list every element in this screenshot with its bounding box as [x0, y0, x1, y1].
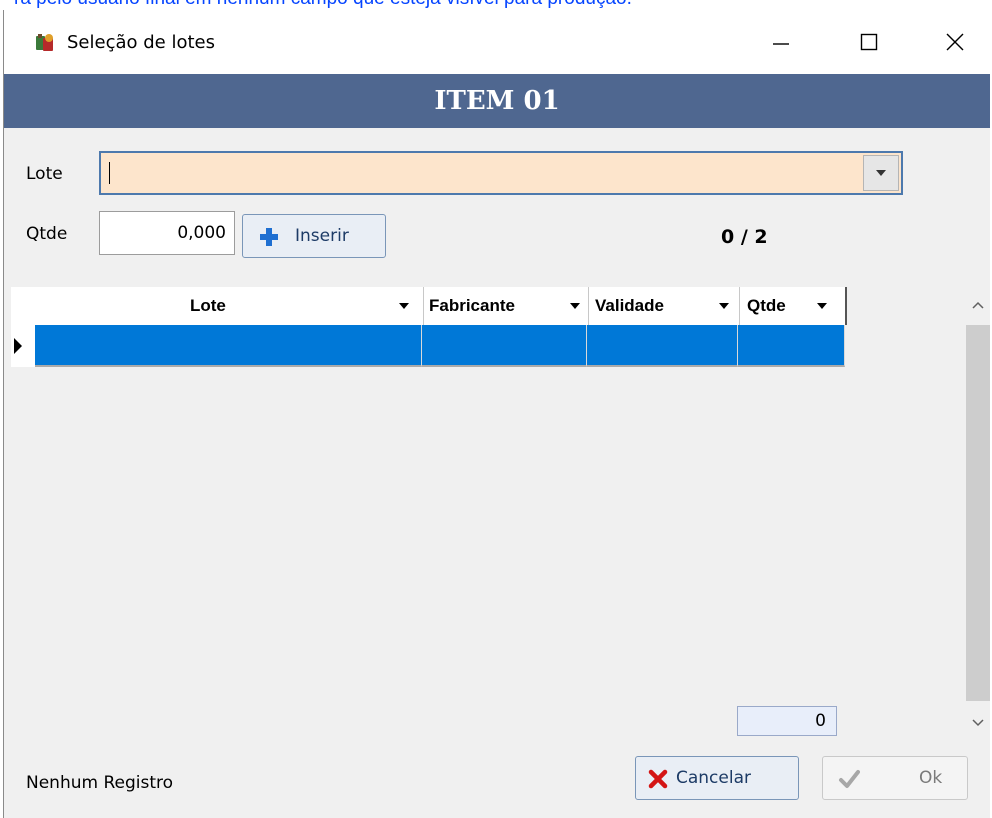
chevron-down-icon: [876, 170, 886, 176]
row-indicator[interactable]: [11, 325, 35, 367]
check-icon: [839, 770, 860, 788]
total-field: 0: [737, 706, 837, 736]
lote-label: Lote: [26, 164, 63, 184]
close-icon: [946, 33, 964, 51]
lote-combobox[interactable]: [99, 151, 903, 195]
cancel-button[interactable]: Cancelar: [635, 756, 799, 800]
column-header-validade[interactable]: Validade: [589, 287, 740, 325]
current-row-arrow-icon: [14, 338, 22, 354]
table-cell-validade[interactable]: [587, 325, 738, 367]
sort-arrow-icon: [719, 303, 729, 309]
qtde-label: Qtde: [26, 224, 68, 244]
column-header-label: Validade: [595, 296, 664, 315]
column-header-label: Fabricante: [429, 296, 515, 315]
minimize-button[interactable]: [752, 10, 810, 74]
background-link-label[interactable]: ra pelo usuário final em nenhum campo qu…: [14, 0, 632, 8]
column-header-fabricante[interactable]: Fabricante: [424, 287, 589, 325]
item-header: ITEM 01: [4, 74, 990, 128]
text-cursor: [109, 162, 110, 184]
column-header-lote[interactable]: Lote: [35, 287, 424, 325]
table-cell-qtde[interactable]: [738, 325, 845, 367]
scrollbar-thumb[interactable]: [966, 325, 990, 701]
sort-arrow-icon: [399, 303, 409, 309]
ok-button[interactable]: Ok: [822, 756, 968, 800]
qtde-input[interactable]: 0,000: [99, 211, 235, 255]
close-button[interactable]: [926, 10, 984, 74]
plus-icon: [260, 228, 278, 246]
lote-dropdown-button[interactable]: [863, 155, 899, 191]
sort-arrow-icon: [570, 303, 580, 309]
lot-counter: 0 / 2: [721, 226, 768, 248]
title-bar[interactable]: Seleção de lotes: [4, 10, 990, 74]
app-icon: [36, 34, 53, 51]
ok-button-label: Ok: [919, 768, 943, 788]
x-icon: [648, 769, 668, 789]
column-header-label: Lote: [190, 296, 226, 315]
maximize-button[interactable]: [840, 10, 898, 74]
grid-corner: [11, 287, 35, 325]
status-text: Nenhum Registro: [26, 773, 174, 793]
lot-selection-window: Seleção de lotes ITEM 01 Lote Qtde 0,000…: [3, 10, 990, 818]
table-cell-fabricante[interactable]: [422, 325, 587, 367]
minimize-icon: [773, 43, 789, 45]
maximize-icon: [860, 33, 878, 51]
scroll-up-icon[interactable]: [972, 301, 984, 309]
background-link-text[interactable]: ra pelo usuário final em nenhum campo qu…: [0, 0, 992, 10]
scroll-down-icon[interactable]: [972, 719, 984, 727]
table-cell-lote[interactable]: [35, 325, 422, 367]
column-header-qtde[interactable]: Qtde: [740, 287, 847, 325]
sort-arrow-icon: [817, 303, 827, 309]
insert-button-label: Inserir: [295, 226, 349, 246]
cancel-button-label: Cancelar: [676, 768, 751, 788]
window-title: Seleção de lotes: [67, 32, 215, 53]
column-header-label: Qtde: [747, 296, 786, 315]
insert-button[interactable]: Inserir: [242, 214, 386, 258]
